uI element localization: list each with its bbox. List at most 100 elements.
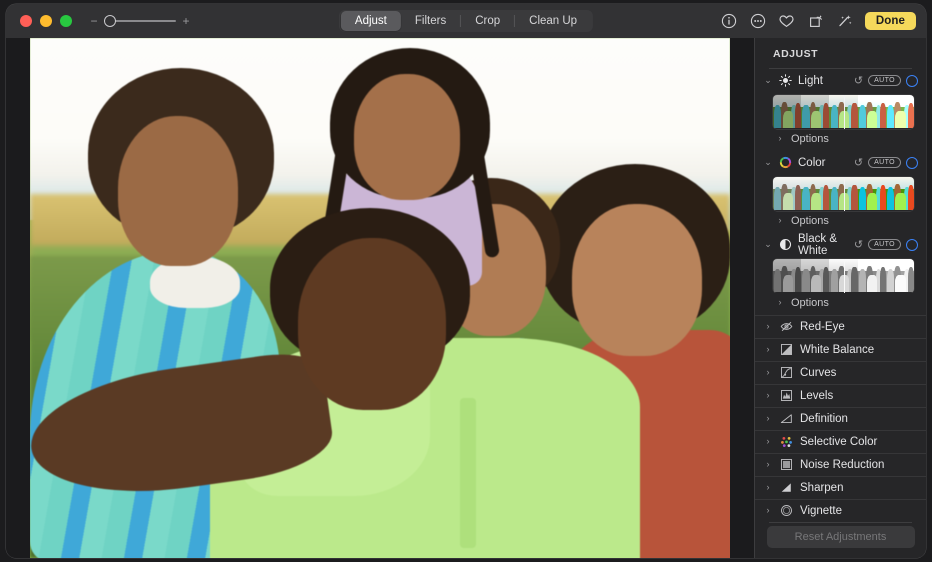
sidebar-title: ADJUST [755, 38, 926, 68]
zoom-slider-track[interactable] [104, 14, 176, 28]
group-header-color[interactable]: ⌄ Color ↺ AUTO [755, 151, 926, 175]
auto-enhance-icon[interactable] [836, 12, 854, 30]
zoom-in-icon[interactable]: + [182, 15, 190, 27]
window-traffic-lights [20, 15, 72, 27]
favorite-heart-icon[interactable] [778, 12, 796, 30]
close-window-button[interactable] [20, 15, 32, 27]
adjustment-row-selective-color[interactable]: › Selective Color [755, 430, 926, 453]
black-and-white-options-label: Options [791, 297, 829, 309]
toggle-light[interactable] [906, 75, 918, 87]
toolbar-actions: Done [720, 12, 916, 30]
adjustment-row-white-balance[interactable]: › White Balance [755, 338, 926, 361]
chevron-right-icon[interactable]: › [763, 391, 773, 400]
tab-adjust[interactable]: Adjust [341, 11, 401, 31]
chevron-right-icon[interactable]: › [775, 134, 785, 143]
adjust-sidebar: ADJUST ⌄ Light ↺ AUTO [754, 38, 926, 558]
chevron-right-icon[interactable]: › [775, 298, 785, 307]
toggle-color[interactable] [906, 157, 918, 169]
sharpen-icon [779, 480, 794, 495]
chevron-right-icon[interactable]: › [763, 483, 773, 492]
adjustment-row-sharpen[interactable]: › Sharpen [755, 476, 926, 499]
chevron-right-icon[interactable]: › [763, 322, 773, 331]
adjustment-row-levels[interactable]: › Levels [755, 384, 926, 407]
reset-light-icon[interactable]: ↺ [854, 74, 863, 87]
done-button[interactable]: Done [865, 12, 916, 30]
definition-icon [779, 411, 794, 426]
light-filmstrip[interactable] [773, 95, 914, 129]
adjustment-label-curves: Curves [800, 367, 926, 379]
adjustment-label-white-balance: White Balance [800, 344, 926, 356]
eye-slash-icon [779, 319, 794, 334]
edited-photo[interactable] [30, 38, 730, 558]
levels-icon [779, 388, 794, 403]
zoom-slider-knob[interactable] [104, 15, 116, 27]
tab-crop[interactable]: Crop [461, 11, 514, 31]
toolbar: − + Adjust Filters Crop Clean Up [6, 4, 926, 38]
color-wheel-icon [778, 155, 793, 170]
tab-filters[interactable]: Filters [401, 11, 460, 31]
color-filmstrip[interactable] [773, 177, 914, 211]
chevron-right-icon[interactable]: › [763, 368, 773, 377]
zoom-slider-control[interactable]: − + [90, 14, 190, 28]
tab-clean-up[interactable]: Clean Up [515, 11, 591, 31]
adjustment-label-selective-color: Selective Color [800, 436, 926, 448]
filmstrip-position-marker[interactable] [844, 259, 846, 293]
filmstrip-position-marker[interactable] [844, 95, 846, 129]
adjustment-row-red-eye[interactable]: › Red-Eye [755, 315, 926, 338]
adjustment-label-levels: Levels [800, 390, 926, 402]
adjustment-row-vignette[interactable]: › Vignette [755, 499, 926, 522]
selective-color-icon [779, 434, 794, 449]
reset-adjustments-button[interactable]: Reset Adjustments [767, 526, 915, 548]
chevron-right-icon[interactable]: › [763, 414, 773, 423]
info-icon[interactable] [720, 12, 738, 30]
white-balance-icon [779, 342, 794, 357]
black-and-white-filmstrip[interactable] [773, 259, 914, 293]
reset-black-and-white-icon[interactable]: ↺ [854, 238, 863, 251]
group-label-color: Color [798, 157, 849, 169]
reset-color-icon[interactable]: ↺ [854, 156, 863, 169]
adjustment-group-black-and-white[interactable]: ⌄ Black & White ↺ AUTO › Options [755, 233, 926, 315]
sun-icon [778, 73, 793, 88]
chevron-right-icon[interactable]: › [763, 345, 773, 354]
filmstrip-position-marker[interactable] [844, 177, 846, 211]
adjustment-group-color[interactable]: ⌄ Color ↺ AUTO [755, 151, 926, 233]
contrast-circle-icon [778, 237, 793, 252]
light-options-row[interactable]: › Options [755, 129, 926, 151]
group-header-black-and-white[interactable]: ⌄ Black & White ↺ AUTO [755, 233, 926, 257]
adjustment-group-light[interactable]: ⌄ Light ↺ AUTO › Options [755, 69, 926, 151]
adjustment-label-noise-reduction: Noise Reduction [800, 459, 926, 471]
zoom-window-button[interactable] [60, 15, 72, 27]
adjustment-label-red-eye: Red-Eye [800, 321, 926, 333]
adjustment-row-definition[interactable]: › Definition [755, 407, 926, 430]
chevron-down-icon[interactable]: ⌄ [763, 158, 773, 167]
adjustment-row-noise-reduction[interactable]: › Noise Reduction [755, 453, 926, 476]
editor-mode-tabs[interactable]: Adjust Filters Crop Clean Up [339, 10, 593, 32]
group-label-black-and-white: Black & White [798, 233, 849, 257]
rotate-icon[interactable] [807, 12, 825, 30]
color-options-row[interactable]: › Options [755, 211, 926, 233]
divider [769, 522, 912, 523]
chevron-down-icon[interactable]: ⌄ [763, 240, 773, 249]
adjustment-label-vignette: Vignette [800, 505, 926, 517]
toggle-black-and-white[interactable] [906, 239, 918, 251]
light-options-label: Options [791, 133, 829, 145]
chevron-right-icon[interactable]: › [763, 460, 773, 469]
photo-editor-window: − + Adjust Filters Crop Clean Up [6, 4, 926, 558]
chevron-down-icon[interactable]: ⌄ [763, 76, 773, 85]
minimize-window-button[interactable] [40, 15, 52, 27]
zoom-out-icon[interactable]: − [90, 15, 98, 27]
auto-black-and-white-badge[interactable]: AUTO [868, 239, 901, 250]
chevron-right-icon[interactable]: › [763, 506, 773, 515]
auto-light-badge[interactable]: AUTO [868, 75, 901, 86]
image-canvas[interactable] [6, 38, 754, 558]
noise-reduction-icon [779, 457, 794, 472]
chevron-right-icon[interactable]: › [763, 437, 773, 446]
more-options-icon[interactable] [749, 12, 767, 30]
black-and-white-options-row[interactable]: › Options [755, 293, 926, 315]
adjustment-row-curves[interactable]: › Curves [755, 361, 926, 384]
adjustment-label-definition: Definition [800, 413, 926, 425]
adjustment-label-sharpen: Sharpen [800, 482, 926, 494]
chevron-right-icon[interactable]: › [775, 216, 785, 225]
group-header-light[interactable]: ⌄ Light ↺ AUTO [755, 69, 926, 93]
auto-color-badge[interactable]: AUTO [868, 157, 901, 168]
